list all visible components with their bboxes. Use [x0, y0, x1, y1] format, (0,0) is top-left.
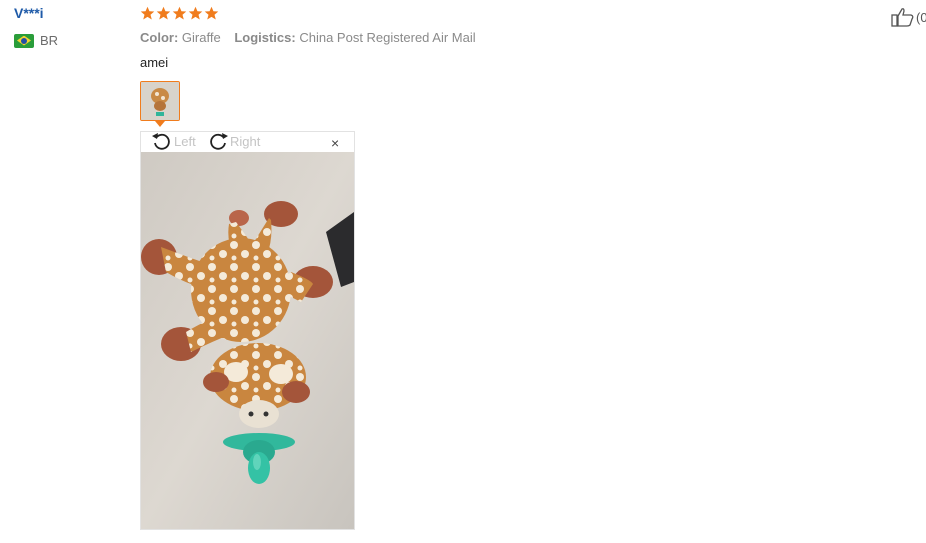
- rotate-left-button[interactable]: Left: [151, 131, 196, 151]
- rotate-right-icon: [210, 133, 228, 150]
- helpful-count: (0: [916, 9, 926, 25]
- rotate-right-label: Right: [230, 133, 261, 149]
- rotate-left-label: Left: [174, 133, 196, 149]
- thumbs-up-icon: [891, 8, 914, 27]
- close-viewer-button[interactable]: ×: [331, 135, 339, 151]
- attribute-logistics: Logistics: China Post Registered Air Mai…: [234, 30, 475, 45]
- review-attributes: Color: Giraffe Logistics: China Post Reg…: [140, 30, 486, 45]
- reviewer-country: BR: [14, 33, 58, 48]
- review-photo-thumbnail[interactable]: [140, 81, 180, 121]
- star-rating: [140, 6, 219, 21]
- brazil-flag-icon: [14, 33, 34, 48]
- helpful-button[interactable]: (0: [891, 7, 926, 27]
- attribute-label: Color:: [140, 30, 179, 45]
- star-icon: [156, 6, 171, 20]
- attribute-color: Color: Giraffe: [140, 30, 224, 45]
- star-icon: [188, 6, 203, 20]
- star-icon: [204, 6, 219, 20]
- review-comment: amei: [140, 55, 169, 70]
- review-photo: [141, 152, 354, 529]
- attribute-value: China Post Registered Air Mail: [299, 30, 476, 45]
- star-icon: [172, 6, 187, 20]
- attribute-value: Giraffe: [181, 30, 221, 45]
- thumbnail-pointer: [155, 121, 165, 127]
- rotate-right-button[interactable]: Right: [207, 131, 260, 151]
- country-code: BR: [40, 33, 59, 48]
- close-icon: ×: [331, 135, 340, 151]
- reviewer-name[interactable]: V***i: [14, 5, 44, 21]
- attribute-label: Logistics:: [234, 30, 296, 45]
- star-icon: [140, 6, 155, 20]
- rotate-left-icon: [152, 133, 170, 150]
